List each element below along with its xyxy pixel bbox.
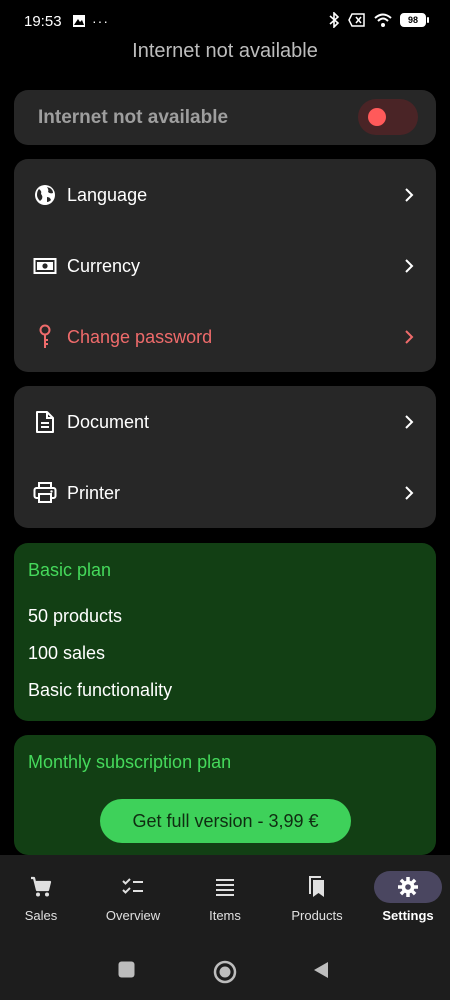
menu-item-change-password[interactable]: Change password bbox=[14, 307, 436, 367]
sim-icon bbox=[348, 13, 365, 27]
document-icon bbox=[32, 409, 58, 435]
home-circle-icon bbox=[213, 960, 237, 984]
key-icon bbox=[32, 324, 58, 350]
get-full-version-button[interactable]: Get full version - 3,99 € bbox=[100, 799, 351, 843]
back-triangle-icon bbox=[314, 962, 328, 978]
checklist-icon bbox=[122, 878, 143, 894]
connectivity-toggle[interactable] bbox=[358, 99, 418, 135]
battery-level: 98 bbox=[407, 15, 418, 25]
printer-icon bbox=[32, 480, 58, 506]
plan-title: Monthly subscription plan bbox=[28, 752, 232, 772]
chevron-right-icon bbox=[405, 415, 414, 429]
chevron-right-icon bbox=[405, 330, 414, 344]
connectivity-label: Internet not available bbox=[38, 107, 229, 128]
list-icon bbox=[216, 879, 234, 896]
nav-item-items[interactable]: Items bbox=[180, 855, 270, 937]
photo-icon bbox=[73, 15, 85, 27]
chevron-right-icon bbox=[405, 486, 414, 500]
nav-label: Sales bbox=[24, 908, 58, 923]
status-bar: 19:53 ··· 98 bbox=[0, 0, 450, 42]
menu-item-printer[interactable]: Printer bbox=[14, 463, 436, 523]
money-icon bbox=[32, 253, 58, 279]
menu-item-label: Printer bbox=[67, 482, 121, 503]
nav-label: Items bbox=[209, 908, 241, 923]
status-time: 19:53 bbox=[24, 13, 62, 30]
menu-item-label: Currency bbox=[67, 255, 141, 276]
menu-item-currency[interactable]: Currency bbox=[14, 236, 436, 296]
system-navigation-bar bbox=[0, 937, 450, 1000]
nav-label: Overview bbox=[105, 908, 161, 923]
nav-item-settings[interactable]: Settings bbox=[363, 855, 450, 937]
menu-item-label: Document bbox=[67, 411, 150, 432]
square-icon bbox=[118, 961, 135, 978]
nav-item-overview[interactable]: Overview bbox=[88, 855, 178, 937]
bookmarks-icon bbox=[309, 876, 324, 897]
back-button[interactable] bbox=[313, 961, 329, 984]
connectivity-card: Internet not available bbox=[14, 90, 436, 145]
menu-item-language[interactable]: Language bbox=[14, 165, 436, 225]
globe-icon bbox=[32, 182, 58, 208]
cart-icon bbox=[31, 876, 52, 897]
nav-item-products[interactable]: Products bbox=[272, 855, 362, 937]
offline-banner: Internet not available bbox=[132, 40, 318, 62]
chevron-right-icon bbox=[405, 259, 414, 273]
gear-icon bbox=[398, 877, 418, 897]
settings-group-general: Language Currency Change password bbox=[14, 159, 436, 372]
bluetooth-icon bbox=[329, 12, 340, 28]
nav-item-sales[interactable]: Sales bbox=[0, 855, 86, 937]
plan-title: Basic plan bbox=[28, 560, 112, 580]
battery-icon: 98 bbox=[400, 13, 429, 27]
monthly-plan-card: Monthly subscription plan Get full versi… bbox=[14, 735, 436, 855]
plan-feature: 50 products bbox=[28, 606, 123, 626]
settings-group-output: Document Printer bbox=[14, 386, 436, 528]
chevron-right-icon bbox=[405, 188, 414, 202]
plan-feature: 100 sales bbox=[28, 643, 106, 663]
menu-item-document[interactable]: Document bbox=[14, 392, 436, 452]
more-dots-icon: ··· bbox=[92, 13, 109, 29]
menu-item-label: Change password bbox=[67, 326, 213, 347]
nav-label: Products bbox=[291, 908, 343, 923]
recents-button[interactable] bbox=[118, 961, 135, 983]
home-button[interactable] bbox=[213, 960, 237, 989]
wifi-icon bbox=[374, 13, 392, 27]
plan-feature: Basic functionality bbox=[28, 680, 173, 700]
basic-plan-card: Basic plan 50 products 100 sales Basic f… bbox=[14, 543, 436, 721]
menu-item-label: Language bbox=[67, 184, 148, 205]
bottom-navigation: Sales Overview Items Products Settings bbox=[0, 855, 450, 937]
nav-label: Settings bbox=[382, 908, 434, 923]
toggle-knob bbox=[368, 108, 386, 126]
